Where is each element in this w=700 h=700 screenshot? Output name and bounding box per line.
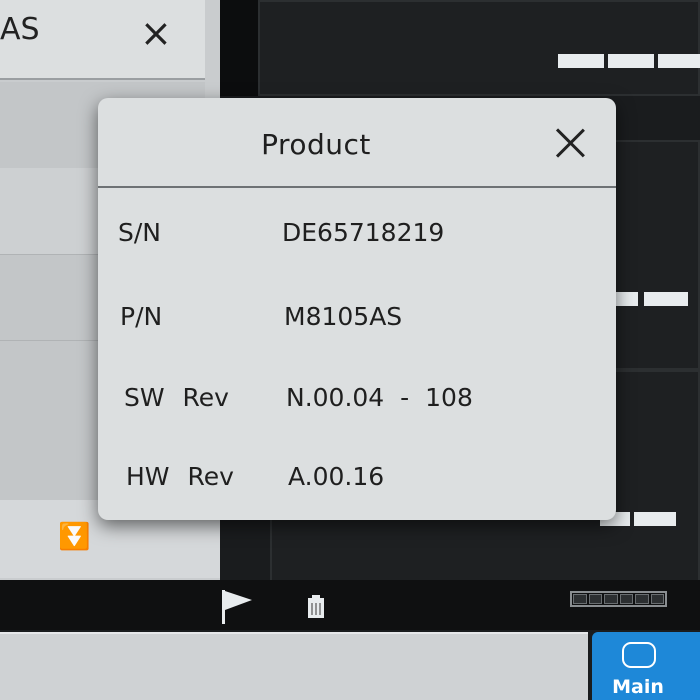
background-panel-right	[610, 140, 700, 370]
background-bar	[608, 54, 654, 68]
software-revision-label: SW Rev	[124, 383, 229, 412]
product-dialog: Product S/N DE65718219 P/N M8105AS SW Re…	[98, 98, 616, 520]
background-bar	[658, 54, 700, 68]
serial-number-label: S/N	[118, 218, 161, 247]
hardware-revision-label: HW Rev	[126, 462, 234, 491]
dialog-title: Product	[261, 128, 371, 161]
background-close-icon[interactable]: ×	[140, 14, 172, 52]
part-number-value: M8105AS	[284, 302, 403, 331]
background-bar	[558, 54, 604, 68]
signal-meter	[570, 591, 667, 607]
part-number-label: P/N	[120, 302, 163, 331]
double-chevron-down-icon: ⏬	[58, 522, 91, 552]
background-bar	[634, 512, 676, 526]
battery-icon	[308, 595, 324, 618]
background-window-titlebar: AS ×	[0, 0, 205, 80]
background-bar	[644, 292, 688, 306]
meter-segment	[588, 594, 602, 604]
dialog-header: Product	[98, 98, 616, 188]
meter-segment	[619, 594, 633, 604]
flag-icon[interactable]	[220, 588, 254, 626]
main-screen-icon	[622, 642, 656, 668]
background-window-title: AS	[0, 12, 40, 47]
main-button-label: Main	[612, 676, 664, 698]
close-icon[interactable]	[553, 126, 587, 160]
meter-segment	[604, 594, 618, 604]
background-panel-upper	[258, 0, 700, 96]
meter-segment	[650, 594, 664, 604]
serial-number-value: DE65718219	[282, 218, 445, 247]
hardware-revision-value: A.00.16	[288, 462, 385, 491]
bottom-toolbar	[0, 632, 588, 700]
main-button[interactable]: Main	[592, 632, 700, 700]
meter-segment	[573, 594, 587, 604]
software-revision-value: N.00.04 - 108	[286, 383, 473, 412]
meter-segment	[635, 594, 649, 604]
